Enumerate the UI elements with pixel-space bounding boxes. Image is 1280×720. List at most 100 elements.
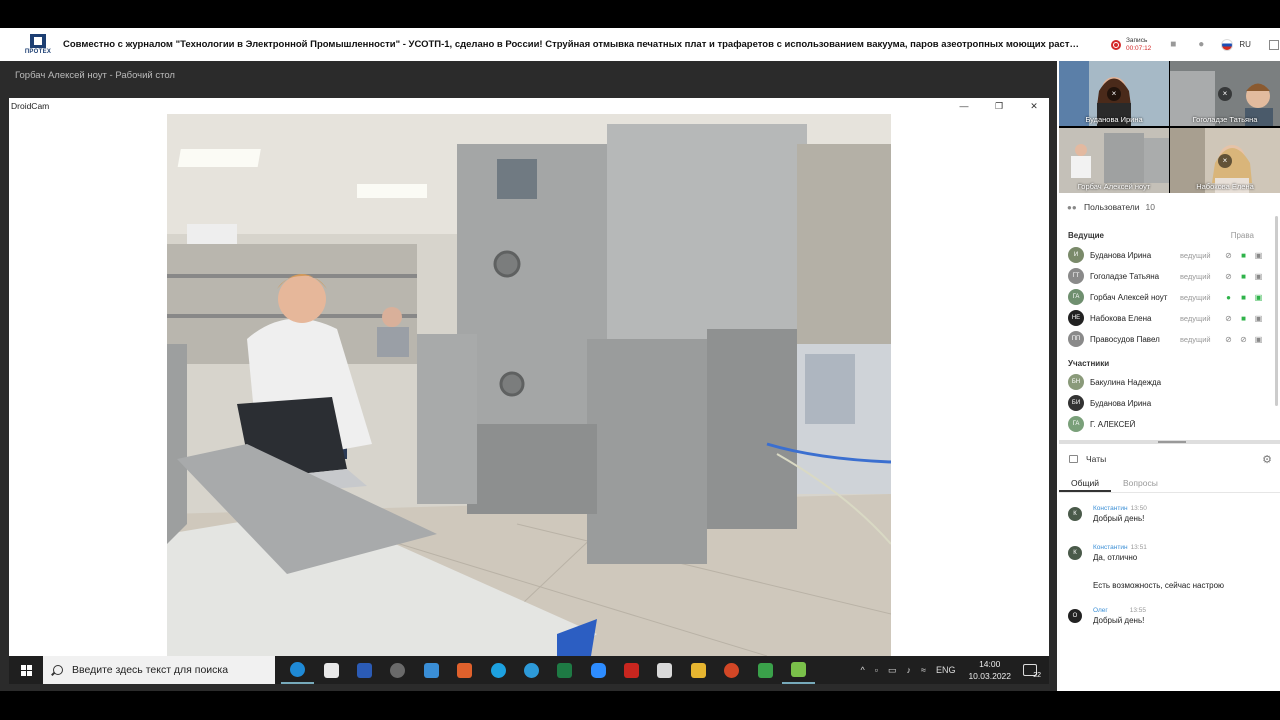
avatar: ГА [1068,289,1084,305]
user-name: Набокова Елена [1090,313,1152,323]
message-time: 13:50 [1130,505,1147,512]
screen-share-icon[interactable]: ▣ [1254,251,1263,260]
screen-share-icon[interactable]: ▣ [1254,314,1263,323]
screen-share-icon[interactable]: ▣ [1254,272,1263,281]
word-app-icon[interactable] [348,656,381,684]
chat-message: К Константин 13:50 Добрый день! [1068,503,1151,525]
host-row[interactable]: ПП Правосудов Павел ведущий ⊘ ⊘ ▣ [1068,331,1266,347]
fullscreen-icon[interactable] [1268,39,1279,50]
notification-icon[interactable]: 22 [1023,664,1041,679]
users-scrollbar[interactable] [1275,216,1278,406]
mic-muted-icon: × [1218,86,1232,101]
record-time: 00:07:12 [1126,44,1152,52]
chevron-up-icon[interactable]: ^ [861,665,865,675]
host-row[interactable]: НЕ Набокова Елена ведущий ⊘ ■ ▣ [1068,310,1266,326]
language-selector[interactable]: RU [1239,40,1251,49]
message-time: 13:55 [1129,607,1147,614]
screen-share-icon[interactable]: ▣ [1254,335,1263,344]
camera-off-icon[interactable]: ⊘ [1239,335,1248,344]
wifi-icon[interactable]: ≈ [921,665,926,675]
screen-share-active-icon[interactable]: ▣ [1254,293,1263,302]
panel-resize-handle[interactable] [1059,440,1280,444]
user-name: Горбач Алексей ноут [1090,292,1168,302]
video-thumb-1[interactable]: × Буданова Ирина [1059,61,1169,126]
webinar-title: Совместно с журналом "Технологии в Элект… [63,39,1079,50]
edge-app-icon[interactable] [281,656,315,684]
user-name: Буданова Ирина [1090,398,1152,408]
camera-on-icon[interactable]: ■ [1239,293,1248,302]
mic-on-icon[interactable]: ● [1224,293,1233,302]
close-icon[interactable]: ✕ [1019,98,1049,114]
rights-label: Права [1230,231,1254,240]
windows-icon [20,664,32,676]
recording-indicator[interactable]: Запись 00:07:12 [1111,37,1151,53]
window-titlebar[interactable]: DroidCam — ❐ ✕ [9,98,1049,114]
mail-app-icon[interactable] [415,656,448,684]
settings-app-icon[interactable] [381,656,414,684]
users-header[interactable]: ●● Пользователи 10 [1067,202,1155,212]
camera-video-feed [167,114,891,656]
zoom-app-icon[interactable] [582,656,615,684]
powerpoint-orange-app-icon[interactable] [448,656,481,684]
russia-flag-icon[interactable] [1221,38,1234,51]
store-app-icon[interactable] [314,656,347,684]
powerpoint-app-icon[interactable] [715,656,748,684]
user-name: Г. АЛЕКСЕЙ [1090,419,1136,429]
camera-on-icon[interactable]: ■ [1239,314,1248,323]
droidcam-app-icon[interactable] [781,656,816,684]
users-icon: ●● [1067,203,1077,212]
mic-off-icon[interactable]: ⊘ [1224,251,1233,260]
video-thumb-4[interactable]: × Набокова Елена [1170,128,1280,193]
host-row[interactable]: ГА Горбач Алексей ноут ведущий ● ■ ▣ [1068,289,1266,305]
start-button[interactable] [9,656,43,684]
tool-app-icon[interactable] [648,656,681,684]
camera-on-icon[interactable]: ■ [1239,272,1248,281]
top-header: ПРОТЕХ Совместно с журналом "Технологии … [0,28,1280,61]
gallery-app-icon[interactable] [748,656,781,684]
message-text: Есть возможность, сейчас настрою [1093,581,1225,590]
participant-row[interactable]: ГА Г. АЛЕКСЕЙ [1068,416,1266,432]
user-role: ведущий [1180,271,1211,281]
avatar: ГА [1068,416,1084,432]
speaker-icon[interactable]: ♪ [906,665,911,675]
battery-icon[interactable]: ▭ [888,665,897,676]
tab-general[interactable]: Общий [1059,473,1111,492]
tab-questions[interactable]: Вопросы [1111,473,1170,492]
restore-icon[interactable]: ❐ [984,98,1014,114]
avatar: БИ [1068,395,1084,411]
video-thumb-2[interactable]: × Гоголадзе Татьяна [1170,61,1280,126]
mic-muted-icon: × [1107,86,1121,101]
chat-tabs: Общий Вопросы [1059,473,1280,493]
gear-icon[interactable]: ⚙ [1262,453,1272,466]
chats-header[interactable]: Чаты [1069,454,1106,464]
host-row[interactable]: ГТ Гоголадзе Татьяна ведущий ⊘ ■ ▣ [1068,268,1266,284]
mic-off-icon[interactable]: ⊘ [1224,335,1233,344]
mic-off-icon[interactable]: ⊘ [1224,314,1233,323]
video-thumb-3[interactable]: Горбач Алексей ноут [1059,128,1169,193]
mic-muted-icon: × [1218,153,1232,168]
excel-app-icon[interactable] [548,656,581,684]
taskbar-apps [281,656,816,684]
acrobat-app-icon[interactable] [615,656,648,684]
user-name: Буданова Ирина [1090,250,1152,260]
camera-on-icon[interactable]: ■ [1239,251,1248,260]
avatar: И [1068,247,1084,263]
participant-row[interactable]: БИ Буданова Ирина [1068,395,1266,411]
folder-icon[interactable]: ■ [1167,39,1179,51]
taskbar-clock[interactable]: 14:00 10.03.2022 [968,658,1011,682]
explorer-app-icon[interactable] [682,656,715,684]
avatar: К [1068,507,1082,521]
minimize-icon[interactable]: — [949,98,979,114]
ie-app-icon[interactable] [515,656,548,684]
mic-off-icon[interactable]: ⊘ [1224,272,1233,281]
keyboard-lang[interactable]: ENG [936,665,956,675]
logo[interactable]: ПРОТЕХ [16,28,60,61]
skype-app-icon[interactable] [481,656,514,684]
participant-row[interactable]: БН Бакулина Надежда [1068,374,1266,390]
thumb-name: Гоголадзе Татьяна [1192,115,1258,124]
taskbar-search[interactable]: Введите здесь текст для поиска [43,656,275,684]
host-row[interactable]: И Буданова Ирина ведущий ⊘ ■ ▣ [1068,247,1266,263]
network-icon[interactable]: ▫ [875,665,878,675]
user-role: ведущий [1180,334,1211,344]
info-icon[interactable]: ● [1195,39,1207,51]
